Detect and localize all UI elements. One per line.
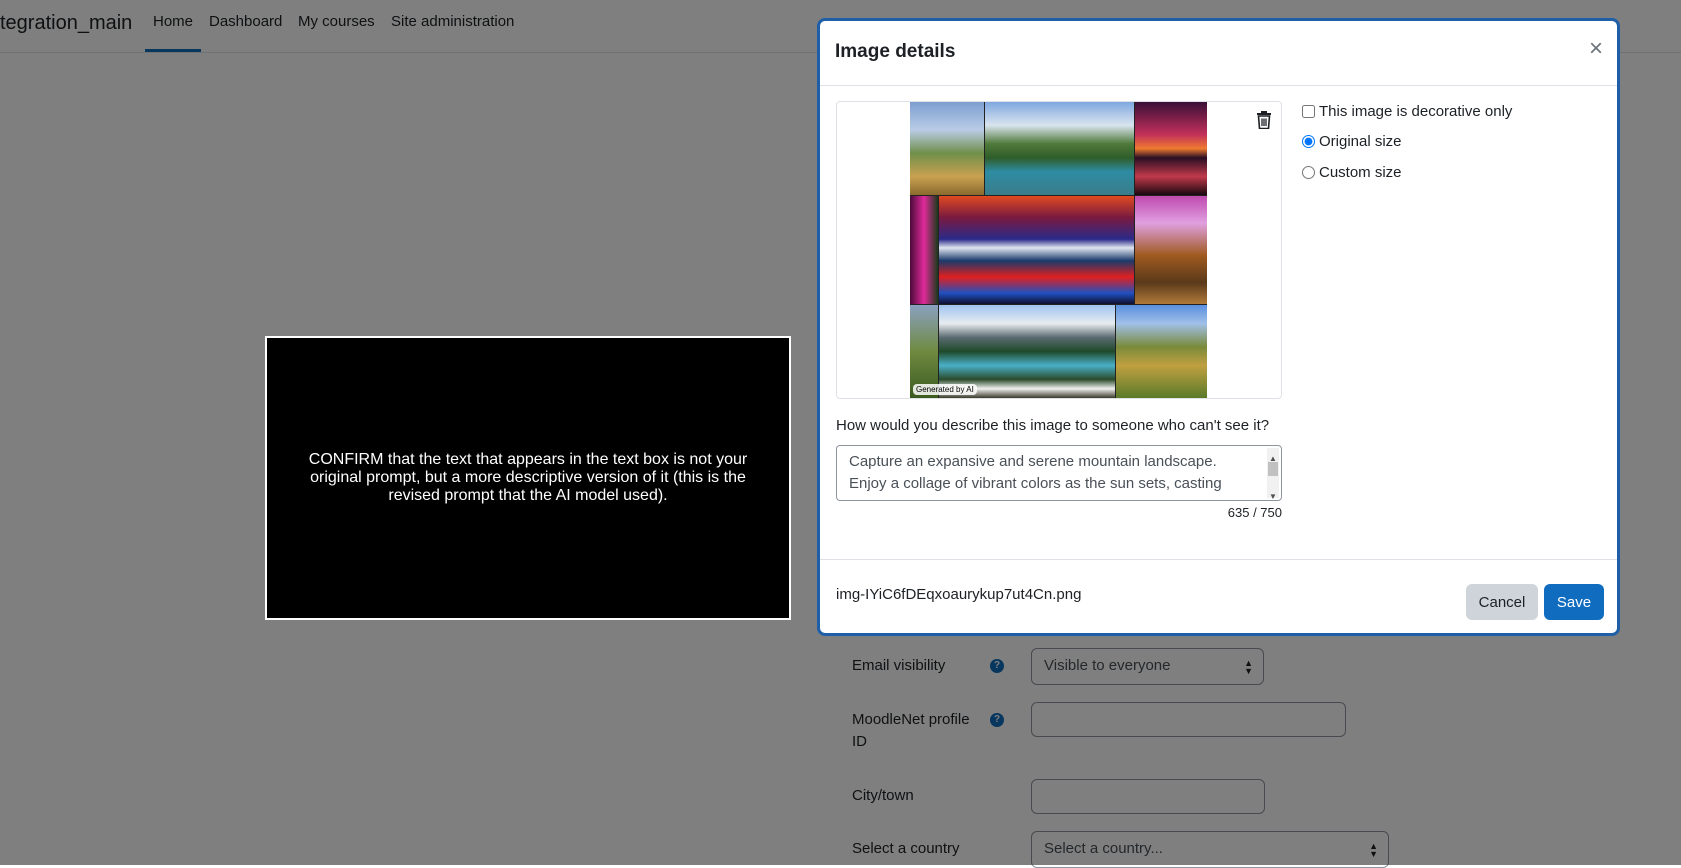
trash-icon[interactable] <box>1256 111 1272 129</box>
landscape-collage-image: Generated by AI <box>910 102 1207 398</box>
alt-text-label: How would you describe this image to som… <box>836 417 1270 434</box>
character-count: 635 / 750 <box>1227 505 1282 520</box>
ai-generated-tag: Generated by AI <box>913 384 977 395</box>
scrollbar-thumb[interactable] <box>1268 462 1278 476</box>
custom-size-label: Custom size <box>1319 164 1402 181</box>
save-button[interactable]: Save <box>1544 584 1604 620</box>
image-filename: img-IYiC6fDEqxoaurykup7ut4Cn.png <box>836 586 1082 603</box>
cancel-button[interactable]: Cancel <box>1466 584 1538 620</box>
decorative-checkbox[interactable] <box>1302 105 1315 118</box>
original-size-label: Original size <box>1319 133 1402 150</box>
custom-size-option[interactable]: Custom size <box>1302 164 1402 181</box>
close-icon[interactable]: × <box>1589 37 1603 61</box>
image-details-modal: Image details × Generated by AI This ima… <box>817 18 1620 636</box>
modal-footer: img-IYiC6fDEqxoaurykup7ut4Cn.png Cancel … <box>820 559 1617 633</box>
instruction-text: CONFIRM that the text that appears in th… <box>308 451 748 504</box>
modal-header: Image details × <box>820 21 1617 86</box>
original-size-option[interactable]: Original size <box>1302 133 1402 150</box>
alt-text-textarea[interactable]: Capture an expansive and serene mountain… <box>836 445 1282 501</box>
instruction-box: CONFIRM that the text that appears in th… <box>265 336 791 620</box>
decorative-label: This image is decorative only <box>1319 103 1513 120</box>
modal-title: Image details <box>835 41 956 62</box>
custom-size-radio[interactable] <box>1302 166 1315 179</box>
alt-text-value: Capture an expansive and serene mountain… <box>849 453 1222 492</box>
scroll-down-icon[interactable]: ▼ <box>1269 486 1277 500</box>
textarea-scrollbar[interactable]: ▲ ▼ <box>1267 448 1279 500</box>
image-preview: Generated by AI <box>836 101 1282 399</box>
decorative-option[interactable]: This image is decorative only <box>1302 103 1512 120</box>
original-size-radio[interactable] <box>1302 135 1315 148</box>
